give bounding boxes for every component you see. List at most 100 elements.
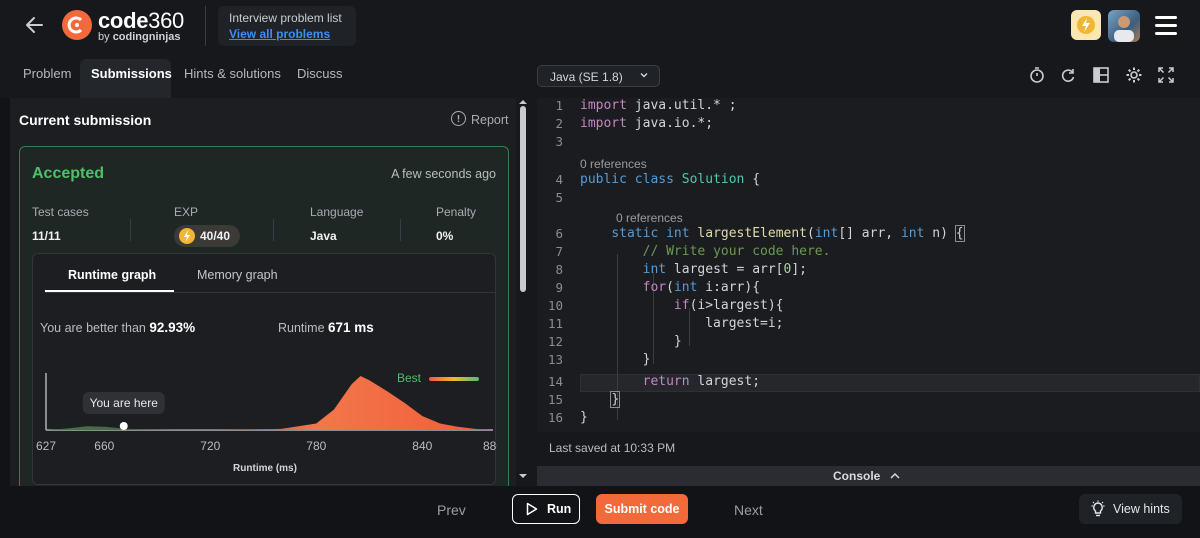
settings-gear-icon[interactable]	[1125, 66, 1143, 84]
left-tab-bar: Problem Submissions Hints & solutions Di…	[0, 52, 530, 99]
code-line: 11 largest=i;	[547, 316, 784, 331]
hamburger-menu-icon[interactable]	[1155, 14, 1179, 36]
info-icon[interactable]	[451, 111, 466, 126]
tab-memory-graph[interactable]: Memory graph	[197, 268, 278, 282]
code-line: 4 public class Solution {	[555, 172, 761, 187]
logo-by: by	[98, 31, 113, 43]
x-tick-label: 880	[483, 439, 497, 453]
label-penalty: Penalty	[436, 205, 477, 219]
code-line: 16}	[547, 410, 588, 425]
code-line: 15 }	[547, 391, 621, 408]
code-line: 7 // Write your code here.	[555, 244, 831, 259]
tab-runtime-graph[interactable]: Runtime graph	[68, 268, 156, 282]
submission-card: Accepted A few seconds ago Test cases EX…	[19, 146, 509, 486]
layout-icon[interactable]	[1092, 66, 1110, 84]
play-icon	[526, 502, 538, 516]
logo-num: 360	[148, 8, 184, 33]
console-toggle[interactable]: Console	[537, 466, 1200, 486]
interview-problem-list: Interview problem list View all problems	[218, 6, 356, 46]
bottom-action-bar: Prev Run Submit code Next View hints	[0, 486, 1200, 538]
language-select[interactable]: Java (SE 1.8)	[537, 65, 660, 87]
code-lens-references[interactable]: 0 references	[580, 157, 647, 171]
marker-dot	[119, 422, 128, 430]
value-penalty: 0%	[436, 229, 454, 243]
header-divider	[205, 6, 206, 46]
tab-submissions[interactable]: Submissions	[91, 66, 172, 81]
better-than-text: You are better than 92.93%	[40, 320, 195, 335]
chevron-down-icon	[640, 73, 648, 78]
scroll-down-icon[interactable]	[516, 472, 530, 480]
label-test-cases: Test cases	[32, 205, 89, 219]
code-lens-references[interactable]: 0 references	[616, 211, 683, 225]
label-language: Language	[310, 205, 364, 219]
code-line: 5	[555, 190, 563, 205]
you-are-here-text: You are here	[90, 396, 159, 410]
code-editor[interactable]: 1 import java.util.* ; 2 import java.io.*;…	[537, 98, 1200, 432]
lightning-icon	[1077, 16, 1095, 34]
fullscreen-icon[interactable]	[1157, 66, 1175, 84]
console-label: Console	[833, 469, 881, 483]
submission-panel: Current submission Report Accepted A few…	[10, 98, 516, 486]
label-exp: EXP	[174, 205, 199, 219]
x-tick-label: 780	[306, 439, 326, 453]
view-hints-label: View hints	[1113, 502, 1170, 516]
next-button[interactable]: Next	[734, 502, 763, 518]
you-are-here-marker: You are here	[82, 392, 165, 430]
interview-list-title: Interview problem list	[229, 11, 342, 25]
submission-time: A few seconds ago	[391, 167, 496, 181]
runtime-distribution-chart: Best You are here 627 660 720 780 840 880 Run…	[36, 371, 497, 474]
runtime-prefix: Runtime	[278, 321, 325, 335]
back-arrow-icon[interactable]	[22, 12, 48, 38]
left-panel-scrollbar[interactable]	[516, 98, 535, 486]
x-tick-label: 660	[94, 439, 114, 453]
logo-brand: codingninjas	[112, 31, 181, 43]
code-line: 9 for(int i:arr){	[555, 280, 761, 295]
code-line: 6 static int largestElement(int[] arr, i…	[555, 225, 965, 242]
last-saved-text: Last saved at 10:33 PM	[549, 441, 676, 455]
run-label: Run	[547, 502, 572, 516]
view-hints-button[interactable]: View hints	[1079, 494, 1182, 524]
exp-badge: 40/40	[174, 225, 240, 247]
scroll-thumb[interactable]	[520, 106, 526, 292]
value-language: Java	[310, 229, 337, 243]
streak-button[interactable]	[1071, 10, 1101, 40]
scroll-up-icon[interactable]	[516, 98, 530, 106]
value-test-cases: 11/11	[32, 229, 61, 243]
code-line: 10 if(i>largest){	[547, 298, 784, 313]
code360-logo[interactable]: code360 by codingninjas	[62, 8, 202, 44]
chevron-up-icon	[890, 472, 900, 479]
user-avatar[interactable]	[1108, 10, 1140, 42]
x-tick-label: 627	[36, 439, 56, 453]
timer-icon[interactable]	[1028, 66, 1046, 84]
graph-box: Runtime graph Memory graph You are bette…	[32, 253, 497, 485]
status-accepted: Accepted	[32, 165, 105, 182]
logo-main: code	[98, 8, 149, 33]
value-exp: 40/40	[200, 229, 231, 243]
code-line: 2 import java.io.*;	[555, 116, 714, 131]
logo-mark-icon	[62, 10, 92, 40]
report-link[interactable]: Report	[471, 113, 509, 127]
run-button[interactable]: Run	[512, 494, 580, 524]
best-label: Best	[397, 371, 422, 385]
better-value: 92.93%	[149, 320, 196, 335]
submit-code-button[interactable]: Submit code	[596, 494, 688, 524]
better-prefix: You are better than	[40, 321, 146, 335]
tab-problem[interactable]: Problem	[23, 66, 71, 81]
reset-icon[interactable]	[1059, 66, 1077, 84]
code-line: 3	[555, 134, 563, 149]
view-all-problems-link[interactable]: View all problems	[229, 27, 330, 41]
tab-discuss[interactable]: Discuss	[297, 66, 343, 81]
tab-hints-solutions[interactable]: Hints & solutions	[184, 66, 281, 81]
code-line: 12 }	[547, 334, 682, 349]
current-submission-title: Current submission	[19, 112, 152, 128]
code-line: 13 }	[547, 352, 651, 367]
code-line: 1 import java.util.* ;	[555, 98, 737, 113]
runtime-value: 671 ms	[328, 320, 374, 335]
code-line: 8 int largest = arr[0];	[555, 262, 807, 277]
x-axis-label: Runtime (ms)	[233, 463, 297, 474]
submit-label: Submit code	[604, 502, 680, 516]
code-line: 14 return largest;	[547, 374, 761, 389]
top-bar: code360 by codingninjas Interview proble…	[0, 0, 1200, 52]
prev-button[interactable]: Prev	[437, 502, 466, 518]
language-value: Java (SE 1.8)	[550, 70, 623, 84]
